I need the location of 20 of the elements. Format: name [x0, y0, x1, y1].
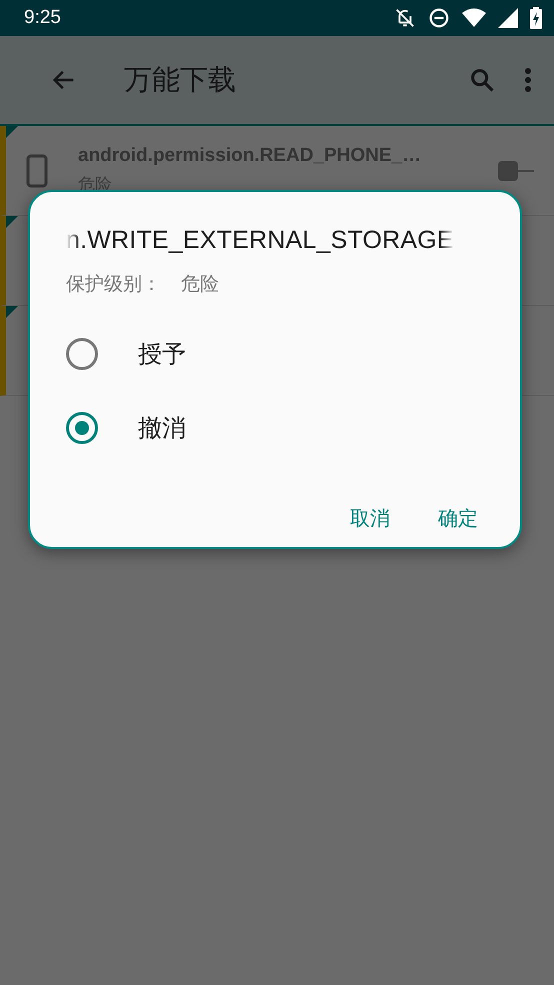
- option-label[interactable]: 授予: [138, 338, 186, 370]
- dialog-title: n.WRITE_EXTERNAL_STORAGE: [66, 226, 454, 255]
- signal-icon: [498, 8, 518, 28]
- level-label: 保护级别：: [66, 273, 161, 297]
- option-label[interactable]: 撤消: [138, 412, 186, 444]
- radio-button[interactable]: [66, 412, 98, 444]
- do-not-disturb-icon: [428, 7, 450, 29]
- radio-button[interactable]: [66, 338, 98, 370]
- phone-icon: [26, 154, 48, 188]
- dialog-button[interactable]: 取消: [344, 501, 396, 536]
- clock: 9:25: [24, 7, 62, 29]
- battery-charging-icon: [530, 7, 542, 29]
- level-value: 危险: [181, 273, 219, 297]
- search-icon: [468, 66, 496, 94]
- toggle-switch[interactable]: [498, 160, 534, 180]
- more-icon: [524, 66, 532, 94]
- bell-off-icon: [394, 7, 416, 29]
- wifi-icon: [462, 8, 486, 28]
- dialog-button[interactable]: 确定: [432, 501, 484, 536]
- app-title: 万能下载: [124, 63, 237, 97]
